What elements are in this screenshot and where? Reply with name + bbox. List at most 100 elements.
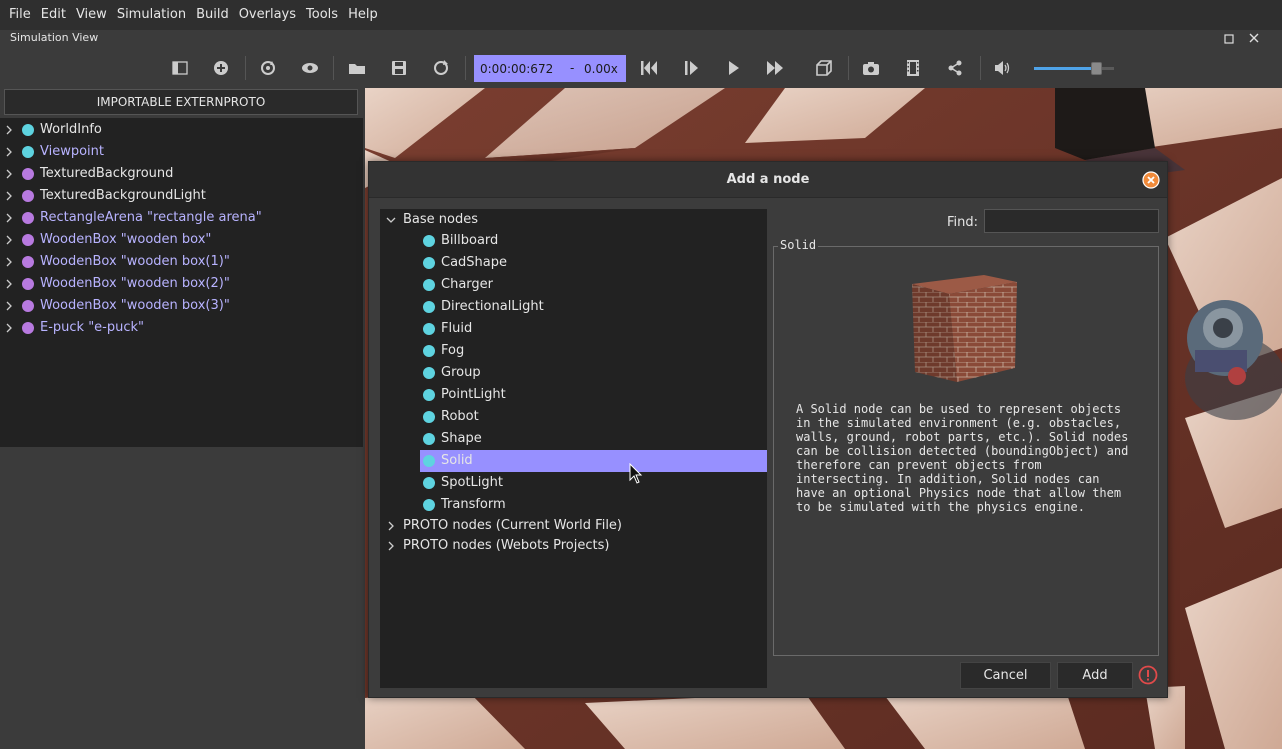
tree-item-label: PROTO nodes (Webots Projects) xyxy=(403,538,610,553)
node-list-item-label: SpotLight xyxy=(441,475,503,490)
scene-tree-item-label: WoodenBox "wooden box(3)" xyxy=(40,298,230,313)
node-list-item-spotlight[interactable]: SpotLight xyxy=(420,472,767,494)
node-list-item-group[interactable]: Group xyxy=(420,362,767,384)
scene-tree-item-label: WorldInfo xyxy=(40,122,102,137)
dialog-title: Add a node xyxy=(726,172,810,187)
node-list-item-transform[interactable]: Transform xyxy=(420,494,767,516)
node-list-item-solid[interactable]: Solid xyxy=(420,450,767,472)
node-dot-icon xyxy=(423,301,435,313)
menu-tools[interactable]: Tools xyxy=(301,0,343,30)
node-dot-icon xyxy=(22,124,34,136)
menu-overlays[interactable]: Overlays xyxy=(234,0,301,30)
chevron-right-icon[interactable] xyxy=(4,256,14,268)
node-list-item-fluid[interactable]: Fluid xyxy=(420,318,767,340)
menu-build[interactable]: Build xyxy=(191,0,234,30)
node-list-item-charger[interactable]: Charger xyxy=(420,274,767,296)
scene-tree-item[interactable]: WoodenBox "wooden box(2)" xyxy=(0,273,363,295)
chevron-right-icon[interactable] xyxy=(4,234,14,246)
node-list-item-shape[interactable]: Shape xyxy=(420,428,767,450)
node-dot-icon xyxy=(423,455,435,467)
chevron-right-icon[interactable] xyxy=(386,520,396,532)
node-dot-icon xyxy=(423,411,435,423)
revert-world-icon[interactable] xyxy=(429,56,453,80)
node-dot-icon xyxy=(423,477,435,489)
node-list-item-cadshape[interactable]: CadShape xyxy=(420,252,767,274)
chevron-right-icon[interactable] xyxy=(4,300,14,312)
scene-tree-item-label: TexturedBackground xyxy=(40,166,174,181)
chevron-down-icon[interactable] xyxy=(386,214,396,226)
menu-view[interactable]: View xyxy=(71,0,112,30)
node-dot-icon xyxy=(22,322,34,334)
cancel-button[interactable]: Cancel xyxy=(960,662,1051,689)
scene-tree-item[interactable]: TexturedBackgroundLight xyxy=(0,185,363,207)
chevron-right-icon[interactable] xyxy=(4,190,14,202)
share-icon[interactable] xyxy=(943,56,967,80)
tree-item-base-nodes[interactable]: Base nodes xyxy=(380,209,767,231)
node-dot-icon xyxy=(423,499,435,511)
scene-tree-item[interactable]: WoodenBox "wooden box(1)" xyxy=(0,251,363,273)
tree-item-proto-projects[interactable]: PROTO nodes (Webots Projects) xyxy=(380,535,767,557)
view-icon[interactable] xyxy=(298,56,322,80)
step-icon[interactable] xyxy=(679,56,703,80)
node-list-item-label: Shape xyxy=(441,431,482,446)
volume-slider-handle[interactable] xyxy=(1091,62,1103,75)
menu-help[interactable]: Help xyxy=(343,0,383,30)
node-list-item-label: Group xyxy=(441,365,481,380)
scene-tree-item[interactable]: WoodenBox "wooden box(3)" xyxy=(0,295,363,317)
menu-file[interactable]: File xyxy=(4,0,36,30)
menu-simulation[interactable]: Simulation xyxy=(112,0,191,30)
node-dot-icon xyxy=(423,323,435,335)
solid-node-preview-image xyxy=(909,272,1024,387)
scene-tree-item[interactable]: WorldInfo xyxy=(0,119,363,141)
simulation-time: 0:00:00:672 xyxy=(480,62,554,76)
open-world-icon[interactable] xyxy=(345,56,369,80)
scene-tree-item[interactable]: Viewpoint xyxy=(0,141,363,163)
node-dot-icon xyxy=(22,168,34,180)
scene-tree-item[interactable]: E-puck "e-puck" xyxy=(0,317,363,339)
reload-world-icon[interactable] xyxy=(256,56,280,80)
scene-tree-item[interactable]: RectangleArena "rectangle arena" xyxy=(0,207,363,229)
close-icon[interactable] xyxy=(1142,171,1160,189)
scene-tree-item[interactable]: WoodenBox "wooden box" xyxy=(0,229,363,251)
rendering-icon[interactable] xyxy=(812,56,836,80)
scene-tree-item-label: TexturedBackgroundLight xyxy=(40,188,206,203)
node-list-item-label: Fog xyxy=(441,343,465,358)
node-list-item-label: Billboard xyxy=(441,233,499,248)
importable-externproto-button[interactable]: IMPORTABLE EXTERNPROTO xyxy=(4,89,358,115)
close-icon[interactable] xyxy=(1247,31,1261,45)
play-icon[interactable] xyxy=(721,56,745,80)
node-list-item-label: Transform xyxy=(441,497,506,512)
warning-icon xyxy=(1138,665,1158,685)
float-icon[interactable] xyxy=(1222,32,1236,46)
screenshot-icon[interactable] xyxy=(859,56,883,80)
add-node-dialog: Add a node Base nodes Billboard CadShape C… xyxy=(368,161,1168,698)
chevron-right-icon[interactable] xyxy=(4,278,14,290)
find-input[interactable] xyxy=(984,209,1159,233)
chevron-right-icon[interactable] xyxy=(4,212,14,224)
node-dot-icon xyxy=(22,234,34,246)
node-dot-icon xyxy=(22,300,34,312)
chevron-right-icon[interactable] xyxy=(4,124,14,136)
node-list-item-billboard[interactable]: Billboard xyxy=(420,230,767,252)
save-world-icon[interactable] xyxy=(387,56,411,80)
add-node-icon[interactable] xyxy=(209,56,233,80)
node-list-item-pointlight[interactable]: PointLight xyxy=(420,384,767,406)
toggle-scene-tree-icon[interactable] xyxy=(168,56,192,80)
chevron-right-icon[interactable] xyxy=(4,146,14,158)
fast-forward-icon[interactable] xyxy=(763,56,787,80)
scene-tree-item[interactable]: TexturedBackground xyxy=(0,163,363,185)
node-dot-icon xyxy=(423,345,435,357)
menu-edit[interactable]: Edit xyxy=(36,0,71,30)
node-list-item-fog[interactable]: Fog xyxy=(420,340,767,362)
movie-icon[interactable] xyxy=(901,56,925,80)
volume-icon[interactable] xyxy=(990,56,1014,80)
add-button[interactable]: Add xyxy=(1057,662,1133,689)
node-list-item-robot[interactable]: Robot xyxy=(420,406,767,428)
tree-item-proto-current[interactable]: PROTO nodes (Current World File) xyxy=(380,515,767,537)
node-list-item-directionallight[interactable]: DirectionalLight xyxy=(420,296,767,318)
chevron-right-icon[interactable] xyxy=(4,168,14,180)
chevron-right-icon[interactable] xyxy=(4,322,14,334)
reset-simulation-icon[interactable] xyxy=(637,56,661,80)
chevron-right-icon[interactable] xyxy=(386,540,396,552)
scene-tree-panel: IMPORTABLE EXTERNPROTO WorldInfo Viewpoin… xyxy=(0,88,363,749)
